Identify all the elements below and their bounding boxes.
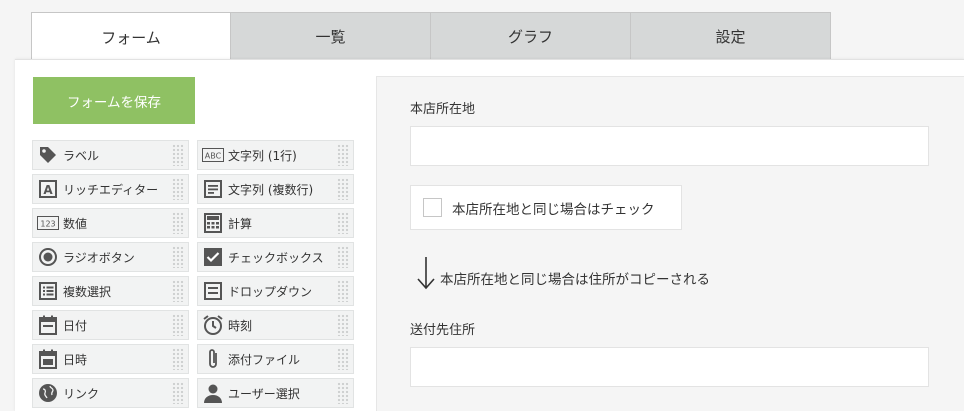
field-label-shipping-address: 送付先住所 bbox=[410, 323, 476, 338]
palette-item-text: ラベル bbox=[63, 148, 100, 163]
palette-item-datetime[interactable]: 日時 bbox=[32, 344, 189, 374]
palette-item-text: 計算 bbox=[228, 216, 253, 231]
same-address-checkbox-label: 本店所在地と同じ場合はチェック bbox=[452, 201, 655, 218]
palette-item-text: 文字列 (1行) bbox=[228, 148, 297, 163]
palette-item-calculation[interactable]: 計算 bbox=[197, 208, 354, 238]
checkbox-icon bbox=[200, 243, 226, 271]
radio-icon bbox=[35, 243, 61, 271]
arrow-down-icon bbox=[416, 256, 436, 294]
drag-handle-icon[interactable] bbox=[337, 246, 349, 268]
drag-handle-icon[interactable] bbox=[337, 314, 349, 336]
paperclip-icon bbox=[200, 345, 226, 373]
palette-item-link[interactable]: リンク bbox=[32, 378, 189, 408]
palette-item-text: 日時 bbox=[63, 352, 88, 367]
palette-item-text: ドロップダウン bbox=[228, 284, 313, 299]
drag-handle-icon[interactable] bbox=[172, 382, 184, 404]
drag-handle-icon[interactable] bbox=[172, 144, 184, 166]
tab-bar: フォーム 一覧 グラフ 設定 bbox=[31, 12, 831, 61]
drag-handle-icon[interactable] bbox=[337, 382, 349, 404]
drag-handle-icon[interactable] bbox=[172, 212, 184, 234]
tab-list[interactable]: 一覧 bbox=[231, 12, 431, 60]
shipping-address-input[interactable] bbox=[410, 347, 929, 387]
tab-settings[interactable]: 設定 bbox=[631, 12, 831, 60]
palette-item-multi-line-text[interactable]: 文字列 (複数行) bbox=[197, 174, 354, 204]
copy-note: 本店所在地と同じ場合は住所がコピーされる bbox=[416, 256, 710, 294]
drag-handle-icon[interactable] bbox=[172, 314, 184, 336]
svg-text:ABC: ABC bbox=[205, 152, 222, 161]
drag-handle-icon[interactable] bbox=[337, 348, 349, 370]
svg-text:123: 123 bbox=[40, 220, 55, 229]
datetime-icon bbox=[35, 345, 61, 373]
palette-item-rich-editor[interactable]: A リッチエディター bbox=[32, 174, 189, 204]
palette-item-text: 数値 bbox=[63, 216, 88, 231]
same-address-checkbox[interactable] bbox=[423, 198, 442, 217]
palette-item-date[interactable]: 日付 bbox=[32, 310, 189, 340]
drag-handle-icon[interactable] bbox=[172, 280, 184, 302]
tab-form[interactable]: フォーム bbox=[31, 12, 231, 61]
palette-item-checkbox[interactable]: チェックボックス bbox=[197, 242, 354, 272]
palette-item-number[interactable]: 123 数値 bbox=[32, 208, 189, 238]
dropdown-icon bbox=[200, 277, 226, 305]
tab-graph[interactable]: グラフ bbox=[431, 12, 631, 60]
number-icon: 123 bbox=[35, 209, 61, 237]
drag-handle-icon[interactable] bbox=[172, 348, 184, 370]
rich-editor-icon: A bbox=[35, 175, 61, 203]
user-icon bbox=[200, 379, 226, 407]
palette-item-text: ラジオボタン bbox=[63, 250, 135, 265]
palette-item-text: 時刻 bbox=[228, 318, 253, 333]
drag-handle-icon[interactable] bbox=[337, 144, 349, 166]
palette-item-text: リッチエディター bbox=[63, 182, 159, 197]
palette-item-text: リンク bbox=[63, 386, 100, 401]
palette-item-radio-button[interactable]: ラジオボタン bbox=[32, 242, 189, 272]
svg-text:A: A bbox=[43, 183, 53, 197]
drag-handle-icon[interactable] bbox=[172, 246, 184, 268]
palette-item-user-select[interactable]: ユーザー選択 bbox=[197, 378, 354, 408]
multiline-text-icon bbox=[200, 175, 226, 203]
field-label-head-office-address: 本店所在地 bbox=[410, 102, 476, 117]
palette-item-text: チェックボックス bbox=[228, 250, 324, 265]
same-address-checkbox-field[interactable]: 本店所在地と同じ場合はチェック bbox=[410, 185, 682, 230]
globe-icon bbox=[35, 379, 61, 407]
copy-note-text: 本店所在地と同じ場合は住所がコピーされる bbox=[440, 272, 710, 288]
abc-text-icon: ABC bbox=[200, 141, 226, 169]
palette-item-text: ユーザー選択 bbox=[228, 386, 300, 401]
clock-icon bbox=[200, 311, 226, 339]
multi-select-icon bbox=[35, 277, 61, 305]
palette-item-attachment[interactable]: 添付ファイル bbox=[197, 344, 354, 374]
head-office-address-input[interactable] bbox=[410, 126, 929, 166]
drag-handle-icon[interactable] bbox=[337, 212, 349, 234]
palette-item-multi-select[interactable]: 複数選択 bbox=[32, 276, 189, 306]
palette-item-single-line-text[interactable]: ABC 文字列 (1行) bbox=[197, 140, 354, 170]
drag-handle-icon[interactable] bbox=[337, 280, 349, 302]
tag-icon bbox=[35, 141, 61, 169]
palette-item-dropdown[interactable]: ドロップダウン bbox=[197, 276, 354, 306]
palette-item-text: 日付 bbox=[63, 318, 88, 333]
palette-item-label[interactable]: ラベル bbox=[32, 140, 189, 170]
palette-item-time[interactable]: 時刻 bbox=[197, 310, 354, 340]
drag-handle-icon[interactable] bbox=[337, 178, 349, 200]
palette-item-text: 複数選択 bbox=[63, 284, 112, 299]
calculator-icon bbox=[200, 209, 226, 237]
drag-handle-icon[interactable] bbox=[172, 178, 184, 200]
palette-item-text: 添付ファイル bbox=[228, 352, 301, 367]
save-form-button[interactable]: フォームを保存 bbox=[33, 77, 195, 124]
date-icon bbox=[35, 311, 61, 339]
palette-item-text: 文字列 (複数行) bbox=[228, 182, 314, 197]
